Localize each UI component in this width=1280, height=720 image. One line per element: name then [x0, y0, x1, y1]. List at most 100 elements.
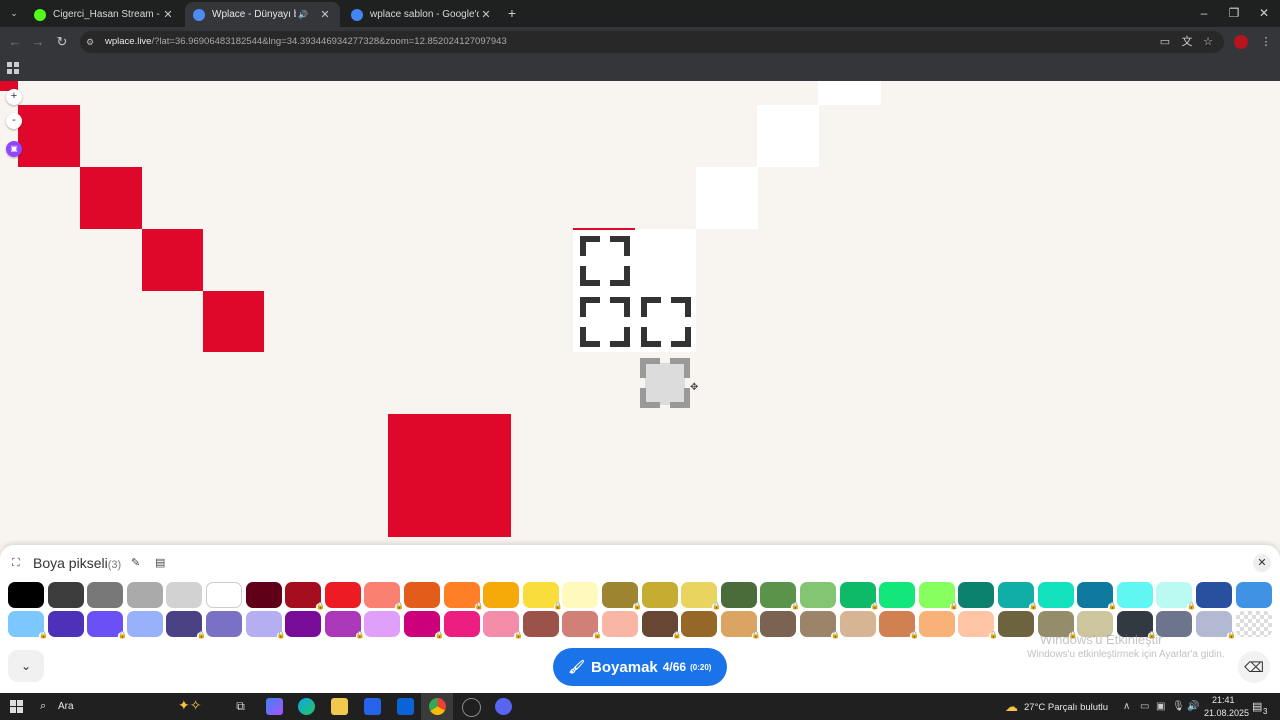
color-swatch[interactable]: [166, 582, 203, 608]
minimize-icon[interactable]: –: [1189, 4, 1219, 22]
color-swatch[interactable]: [1235, 582, 1272, 608]
microphone-icon[interactable]: 🎙: [1172, 701, 1185, 712]
color-swatch[interactable]: 🔒: [760, 582, 800, 611]
color-swatch[interactable]: 🔒: [958, 611, 998, 640]
color-swatch[interactable]: 🔒: [522, 582, 563, 611]
tab-close-icon[interactable]: ✕: [161, 8, 175, 21]
menu-icon[interactable]: ⋮: [1258, 34, 1274, 50]
save-icon[interactable]: ▤: [155, 556, 169, 570]
clock-time[interactable]: 21:41: [1212, 695, 1235, 705]
color-swatch[interactable]: [1037, 582, 1074, 608]
twitch-icon[interactable]: ▣: [6, 141, 22, 157]
clock-date[interactable]: 21.08.2025: [1204, 708, 1249, 718]
color-swatch[interactable]: 🔒: [8, 611, 48, 640]
hover-pixel-marker[interactable]: [640, 358, 690, 408]
color-swatch[interactable]: 🔒: [1077, 582, 1117, 611]
color-swatch[interactable]: 🔒: [641, 611, 681, 640]
taskbar-search[interactable]: ⌕ Ara ✦✧: [32, 693, 222, 720]
color-swatch[interactable]: 🔒: [918, 582, 959, 611]
browser-tab[interactable]: Cigerci_Hasan Stream - Watch L✕: [26, 2, 183, 27]
tab-search-icon[interactable]: ⌄: [6, 6, 22, 20]
windows-start-icon[interactable]: [10, 700, 23, 713]
color-swatch[interactable]: 🔒: [879, 611, 919, 640]
edge-icon[interactable]: [298, 698, 315, 715]
color-swatch[interactable]: 🔒: [1196, 611, 1236, 640]
color-swatch[interactable]: 🔒: [1156, 582, 1196, 611]
paint-button[interactable]: 🖌 Boyamak 4/66 (0:20): [553, 648, 727, 686]
copilot-icon[interactable]: [266, 698, 283, 715]
color-swatch[interactable]: [47, 582, 84, 608]
color-swatch[interactable]: [126, 611, 163, 637]
network-icon[interactable]: ▭: [1140, 701, 1149, 712]
store-icon[interactable]: [364, 698, 381, 715]
placed-pixel-marker[interactable]: [580, 297, 630, 347]
color-swatch[interactable]: [879, 582, 916, 608]
tab-close-icon[interactable]: ✕: [479, 8, 493, 21]
notification-icon[interactable]: ▤: [1252, 700, 1262, 713]
zoom-out-button[interactable]: -: [6, 113, 22, 129]
chrome-icon[interactable]: [429, 698, 446, 715]
color-swatch[interactable]: [483, 582, 520, 608]
expand-icon[interactable]: ⛶: [12, 556, 26, 570]
color-swatch[interactable]: [285, 611, 322, 637]
reload-icon[interactable]: ↻: [53, 33, 71, 51]
back-icon[interactable]: ←: [6, 33, 24, 51]
color-swatch[interactable]: [681, 611, 718, 637]
color-swatch[interactable]: 🔒: [404, 611, 444, 640]
color-swatch[interactable]: [602, 611, 638, 637]
color-swatch[interactable]: [522, 611, 559, 637]
new-tab-button[interactable]: +: [505, 6, 519, 20]
color-swatch[interactable]: 🔒: [285, 582, 325, 611]
color-swatch[interactable]: [958, 582, 995, 608]
browser-tab[interactable]: Wplace - Dünyayı boya🔊 ✕: [185, 2, 340, 27]
color-swatch[interactable]: [800, 582, 836, 608]
translate-icon[interactable]: 文: [1179, 34, 1195, 50]
profile-avatar[interactable]: [1234, 35, 1248, 49]
color-swatch[interactable]: 🔒: [245, 611, 285, 640]
install-app-icon[interactable]: ▭: [1157, 34, 1173, 50]
color-swatch[interactable]: [839, 611, 876, 637]
color-swatch[interactable]: [47, 611, 84, 637]
color-swatch[interactable]: 🔒: [839, 582, 879, 611]
restore-icon[interactable]: ❐: [1219, 4, 1249, 22]
color-swatch[interactable]: [998, 611, 1034, 637]
color-swatch[interactable]: 🔒: [324, 611, 365, 640]
forward-icon[interactable]: →: [29, 33, 47, 51]
site-info-icon[interactable]: ⚙: [86, 36, 98, 48]
bookmark-star-icon[interactable]: ☆: [1200, 34, 1216, 50]
apps-grid-icon[interactable]: [7, 61, 19, 74]
placed-pixel-marker[interactable]: [641, 297, 691, 347]
color-swatch[interactable]: 🔒: [364, 582, 404, 611]
close-panel-button[interactable]: ✕: [1253, 554, 1271, 572]
color-swatch[interactable]: [1196, 582, 1232, 608]
tray-chevron-icon[interactable]: ∧: [1123, 701, 1130, 712]
url-text[interactable]: wplace.live/?lat=36.96906483182544&lng=3…: [105, 36, 507, 47]
browser-tab[interactable]: wplace sablon - Google'da Ara✕: [343, 2, 501, 27]
color-swatch[interactable]: 🔒: [602, 582, 642, 611]
meet-icon[interactable]: ▣: [1156, 701, 1165, 712]
task-view-icon[interactable]: ⧉: [232, 698, 249, 715]
color-swatch[interactable]: 🔒: [483, 611, 523, 640]
color-swatch[interactable]: 🔒: [681, 582, 721, 611]
color-swatch[interactable]: 🔒: [166, 611, 206, 640]
color-swatch[interactable]: 🔒: [562, 611, 602, 640]
color-swatch[interactable]: 🔒: [998, 582, 1038, 611]
color-swatch[interactable]: [404, 582, 440, 608]
color-swatch[interactable]: [87, 582, 124, 608]
weather-text[interactable]: 27°C Parçalı bulutlu: [1024, 702, 1108, 713]
color-swatch[interactable]: [8, 582, 44, 608]
color-swatch[interactable]: 🔒: [720, 611, 761, 640]
color-swatch[interactable]: [206, 611, 242, 637]
color-swatch[interactable]: [443, 611, 480, 637]
outlook-icon[interactable]: [397, 698, 414, 715]
color-swatch[interactable]: [364, 611, 401, 637]
placed-pixel-marker[interactable]: [580, 236, 630, 286]
pencil-icon[interactable]: ✎: [131, 556, 145, 570]
color-swatch[interactable]: [324, 582, 361, 608]
obs-icon[interactable]: [462, 698, 481, 717]
color-swatch[interactable]: [1116, 582, 1153, 608]
color-swatch-transparent[interactable]: [1235, 611, 1272, 637]
tab-audio-icon[interactable]: 🔊: [296, 10, 310, 19]
discord-icon[interactable]: [495, 698, 512, 715]
color-swatch[interactable]: [720, 582, 757, 608]
